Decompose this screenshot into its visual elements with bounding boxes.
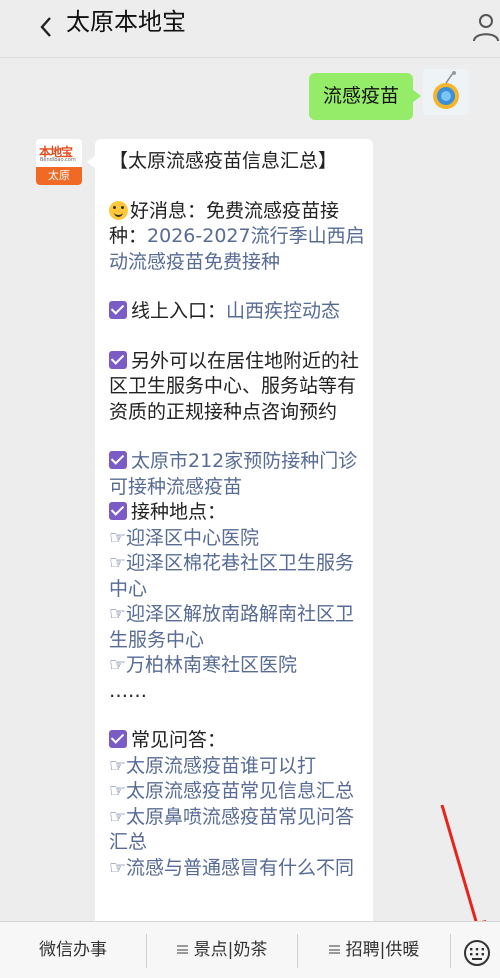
free-vaccination-link-cont[interactable]: 动流感疫苗免费接种	[109, 250, 361, 276]
faq-link[interactable]: ☞太原流感疫苗常见信息汇总	[109, 779, 361, 805]
free-vaccination-link[interactable]: 2026-2027流行季山西启	[147, 225, 365, 247]
menu-item-wechat-services[interactable]: 微信办事	[0, 922, 146, 978]
cdc-news-link[interactable]: 山西疾控动态	[226, 300, 340, 322]
good-news-line: 好消息：免费流感疫苗接	[109, 199, 361, 225]
menu-item-label: 景点|奶茶	[193, 940, 268, 960]
bot-avatar-top: 本地宝 Bendibao.com	[36, 139, 82, 167]
chat-header: 太原本地宝	[0, 0, 500, 58]
menu-item-label: 微信办事	[39, 940, 107, 960]
check-icon	[109, 350, 127, 369]
online-entry-line: 线上入口：山西疾控动态	[109, 299, 361, 325]
keyboard-icon[interactable]	[458, 938, 496, 968]
bottom-menu: 微信办事 景点|奶茶 招聘|供暖	[0, 921, 500, 978]
faq-link-cont[interactable]: 汇总	[109, 830, 361, 856]
menu-item-attractions[interactable]: 景点|奶茶	[147, 922, 297, 978]
good-news-text: 好消息：免费流感疫苗接	[130, 199, 340, 222]
menu-item-label: 招聘|供暖	[345, 940, 420, 960]
back-chevron-left-icon[interactable]	[34, 10, 60, 44]
menu-divider	[450, 934, 451, 968]
bot-message-bubble: 【太原流感疫苗信息汇总】 好消息：免费流感疫苗接 种：2026-2027流行季山…	[87, 139, 373, 921]
clinics-link-cont[interactable]: 可接种流感疫苗	[109, 475, 361, 501]
person-icon[interactable]	[472, 12, 500, 42]
menu-item-jobs[interactable]: 招聘|供暖	[298, 922, 450, 978]
message-heading: 【太原流感疫苗信息汇总】	[109, 150, 338, 172]
smile-emoji-icon	[109, 200, 128, 220]
submenu-icon	[176, 945, 188, 954]
clinics-line: 太原市212家预防接种门诊	[109, 449, 361, 475]
check-icon	[109, 451, 127, 469]
location-link[interactable]: ☞迎泽区棉花巷社区卫生服务	[109, 551, 361, 577]
community-line-1: 另外可以在居住地附近的社	[109, 349, 361, 375]
faq-heading: 常见问答：	[109, 728, 361, 754]
community-line-3: 资质的正规接种点咨询预约	[109, 400, 338, 423]
good-news-line-2: 种：2026-2027流行季山西启	[109, 224, 365, 250]
submenu-icon	[328, 945, 340, 954]
ellipsis: ……	[109, 679, 147, 702]
locations-label: 接种地点：	[131, 501, 227, 523]
good-news-prefix: 种：	[109, 225, 148, 247]
check-icon	[109, 730, 127, 748]
locations-heading: 接种地点：	[109, 500, 361, 526]
check-icon	[109, 502, 127, 520]
location-link-cont[interactable]: 中心	[109, 577, 361, 603]
faq-link[interactable]: ☞太原鼻喷流感疫苗常见问答	[109, 805, 361, 831]
location-link-cont[interactable]: 生服务中心	[109, 628, 361, 654]
location-link[interactable]: ☞万柏林南寒社区医院	[109, 653, 361, 679]
online-entry-label: 线上入口：	[131, 300, 227, 322]
chat-title: 太原本地宝	[66, 8, 186, 36]
location-link[interactable]: ☞迎泽区解放南路解南社区卫	[109, 602, 361, 628]
user-message-bubble[interactable]: 流感疫苗	[309, 73, 421, 120]
community-text-1: 另外可以在居住地附近的社	[131, 349, 360, 372]
bot-avatar[interactable]: 本地宝 Bendibao.com 太原	[36, 139, 82, 185]
faq-link[interactable]: ☞太原流感疫苗谁可以打	[109, 754, 361, 780]
avatar-url: Bendibao.com	[40, 157, 76, 163]
faq-label: 常见问答：	[131, 729, 227, 751]
user-avatar[interactable]	[423, 69, 469, 115]
faq-link[interactable]: ☞流感与普通感冒有什么不同	[109, 856, 361, 882]
message-list[interactable]: 流感疫苗 本地宝 Bendibao.com 太原 【太原流感疫苗信息汇总】 好消…	[0, 59, 500, 921]
community-line-2: 区卫生服务中心、服务站等有	[109, 375, 357, 397]
avatar-city: 太原	[36, 167, 82, 185]
location-link[interactable]: ☞迎泽区中心医院	[109, 526, 361, 552]
clinics-link[interactable]: 太原市212家预防接种门诊	[131, 450, 357, 472]
check-icon	[109, 301, 127, 319]
